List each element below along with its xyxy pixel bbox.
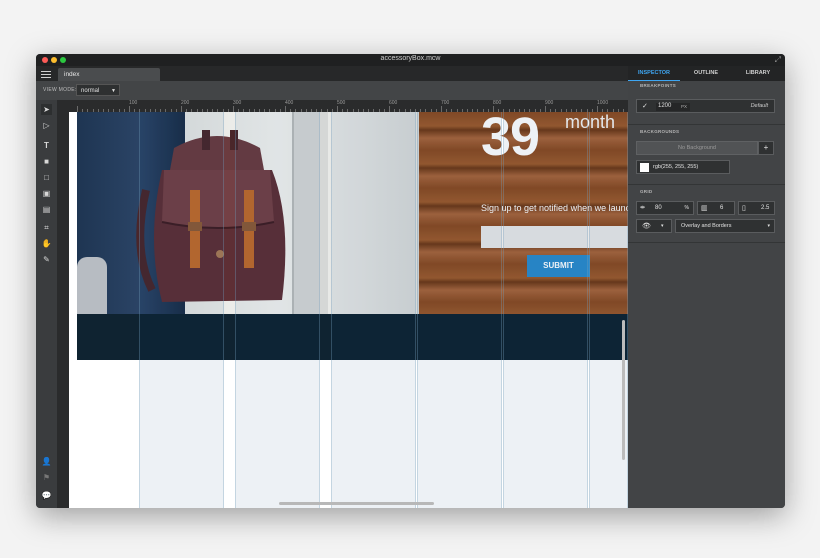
divider xyxy=(628,184,785,185)
text-icon[interactable]: T xyxy=(41,140,52,151)
grid-overlay-select[interactable]: Overlay and Borders ▾ xyxy=(675,219,775,233)
window-title: accessoryBox.mcw xyxy=(380,55,441,62)
chevron-down-icon: ▾ xyxy=(767,223,770,229)
grid-width-unit: % xyxy=(684,205,689,211)
grid-overlay-column xyxy=(331,112,416,508)
eyedropper-icon[interactable]: ✎ xyxy=(41,254,52,265)
document-tab-bar: index xyxy=(36,66,628,81)
grid-overlay-column xyxy=(139,112,224,508)
eye-icon: 👁 xyxy=(642,223,651,230)
comment-icon[interactable]: 💬 xyxy=(41,490,52,501)
breakpoints-header: BREAKPOINTS xyxy=(640,83,677,88)
crop-icon[interactable]: ⌗ xyxy=(41,222,52,233)
divider xyxy=(628,242,785,243)
grid-overlay-column xyxy=(417,112,502,508)
grid-width-field[interactable]: ⇹ 80 % xyxy=(636,201,694,215)
default-label: Default xyxy=(750,103,768,109)
sneaker xyxy=(77,257,107,314)
ruler-mark: 100 xyxy=(129,100,138,106)
gutter-icon: ▯ xyxy=(742,205,746,212)
flag-icon[interactable]: ⚑ xyxy=(41,472,52,483)
grid-gutter-value: 2.5 xyxy=(761,205,770,211)
tab-outline[interactable]: OUTLINE xyxy=(680,66,732,81)
grid-header: GRID xyxy=(640,189,653,194)
expand-icon[interactable]: ⤢ xyxy=(775,55,781,65)
ruler-mark: 800 xyxy=(493,100,502,106)
width-icon: ⇹ xyxy=(640,205,646,211)
user-icon[interactable]: 👤 xyxy=(41,456,52,467)
horizontal-ruler: 100 200 300 400 500 600 700 800 900 1000 xyxy=(57,100,628,112)
grid-gutter-field[interactable]: ▯ 2.5 xyxy=(738,201,775,215)
widget-icon[interactable]: ▤ xyxy=(41,204,52,215)
hand-icon[interactable]: ✋ xyxy=(41,238,52,249)
color-swatch[interactable] xyxy=(640,163,649,172)
view-mode-label: VIEW MODE: xyxy=(43,87,77,93)
chevron-down-icon: ▾ xyxy=(661,223,664,229)
tools-sidebar: ➤ ▷ T ■ □ ▣ ▤ ⌗ ✋ ✎ 👤 ⚑ 💬 xyxy=(36,100,57,508)
toolbar: VIEW MODE: normal ▼ xyxy=(36,81,628,100)
add-background-button[interactable]: + xyxy=(758,141,774,155)
grid-columns-value: 6 xyxy=(720,205,724,211)
no-background-button[interactable]: No Background xyxy=(636,141,758,155)
ruler-mark: 500 xyxy=(337,100,346,106)
checkmark-icon: ✓ xyxy=(642,103,648,110)
breakpoint-unit: PX xyxy=(681,104,688,109)
title-bar: accessoryBox.mcw ⤢ xyxy=(36,54,785,66)
rectangle-icon[interactable]: ■ xyxy=(41,156,52,167)
grid-columns-field[interactable]: ▥ 6 xyxy=(697,201,735,215)
menu-icon[interactable] xyxy=(41,69,51,78)
view-mode-value: normal xyxy=(81,88,100,94)
ruler-mark: 600 xyxy=(389,100,398,106)
ruler-mark: 1000 xyxy=(597,100,609,106)
backgrounds-header: BACKGROUNDS xyxy=(640,129,680,134)
background-color-field[interactable]: rgb(255, 255, 255) xyxy=(636,160,730,174)
divider xyxy=(628,124,785,125)
breakpoint-field[interactable]: ✓ 1200 PX Default xyxy=(636,99,775,113)
ruler-mark: 700 xyxy=(441,100,450,106)
inspector-panel: INSPECTOR OUTLINE LIBRARY BREAKPOINTS ✓ … xyxy=(628,66,785,508)
view-mode-select[interactable]: normal ▼ xyxy=(76,84,120,96)
ruler-mark: 400 xyxy=(285,100,294,106)
tab-library[interactable]: LIBRARY xyxy=(732,66,784,81)
design-canvas[interactable]: 39 month Sign up to get notified when we… xyxy=(69,112,628,508)
panel-tabs: INSPECTOR OUTLINE LIBRARY xyxy=(628,66,785,81)
vertical-scrollbar[interactable] xyxy=(622,320,625,460)
breakpoint-value: 1200 xyxy=(658,103,672,109)
ruler-mark: 200 xyxy=(181,100,190,106)
select-arrow-icon[interactable]: ➤ xyxy=(41,104,52,115)
chevron-down-icon: ▼ xyxy=(111,88,116,94)
image-icon[interactable]: ▣ xyxy=(41,188,52,199)
grid-overlay-column xyxy=(503,112,588,508)
app-window: accessoryBox.mcw ⤢ index VIEW MODE: norm… xyxy=(36,54,785,508)
background-color-value: rgb(255, 255, 255) xyxy=(653,164,699,170)
ruler-mark: 300 xyxy=(233,100,242,106)
horizontal-scrollbar[interactable] xyxy=(279,502,434,505)
columns-icon: ▥ xyxy=(701,205,708,212)
grid-visibility-toggle[interactable]: 👁 ▾ xyxy=(636,219,672,233)
grid-overlay-column xyxy=(235,112,320,508)
box-icon[interactable]: □ xyxy=(41,172,52,183)
tab-inspector[interactable]: INSPECTOR xyxy=(628,66,680,81)
tab-index[interactable]: index xyxy=(58,68,160,81)
vertical-ruler xyxy=(57,112,69,508)
grid-width-value: 80 xyxy=(655,205,662,211)
ruler-mark: 900 xyxy=(545,100,554,106)
direct-select-icon[interactable]: ▷ xyxy=(41,120,52,131)
grid-overlay-value: Overlay and Borders xyxy=(681,223,732,229)
